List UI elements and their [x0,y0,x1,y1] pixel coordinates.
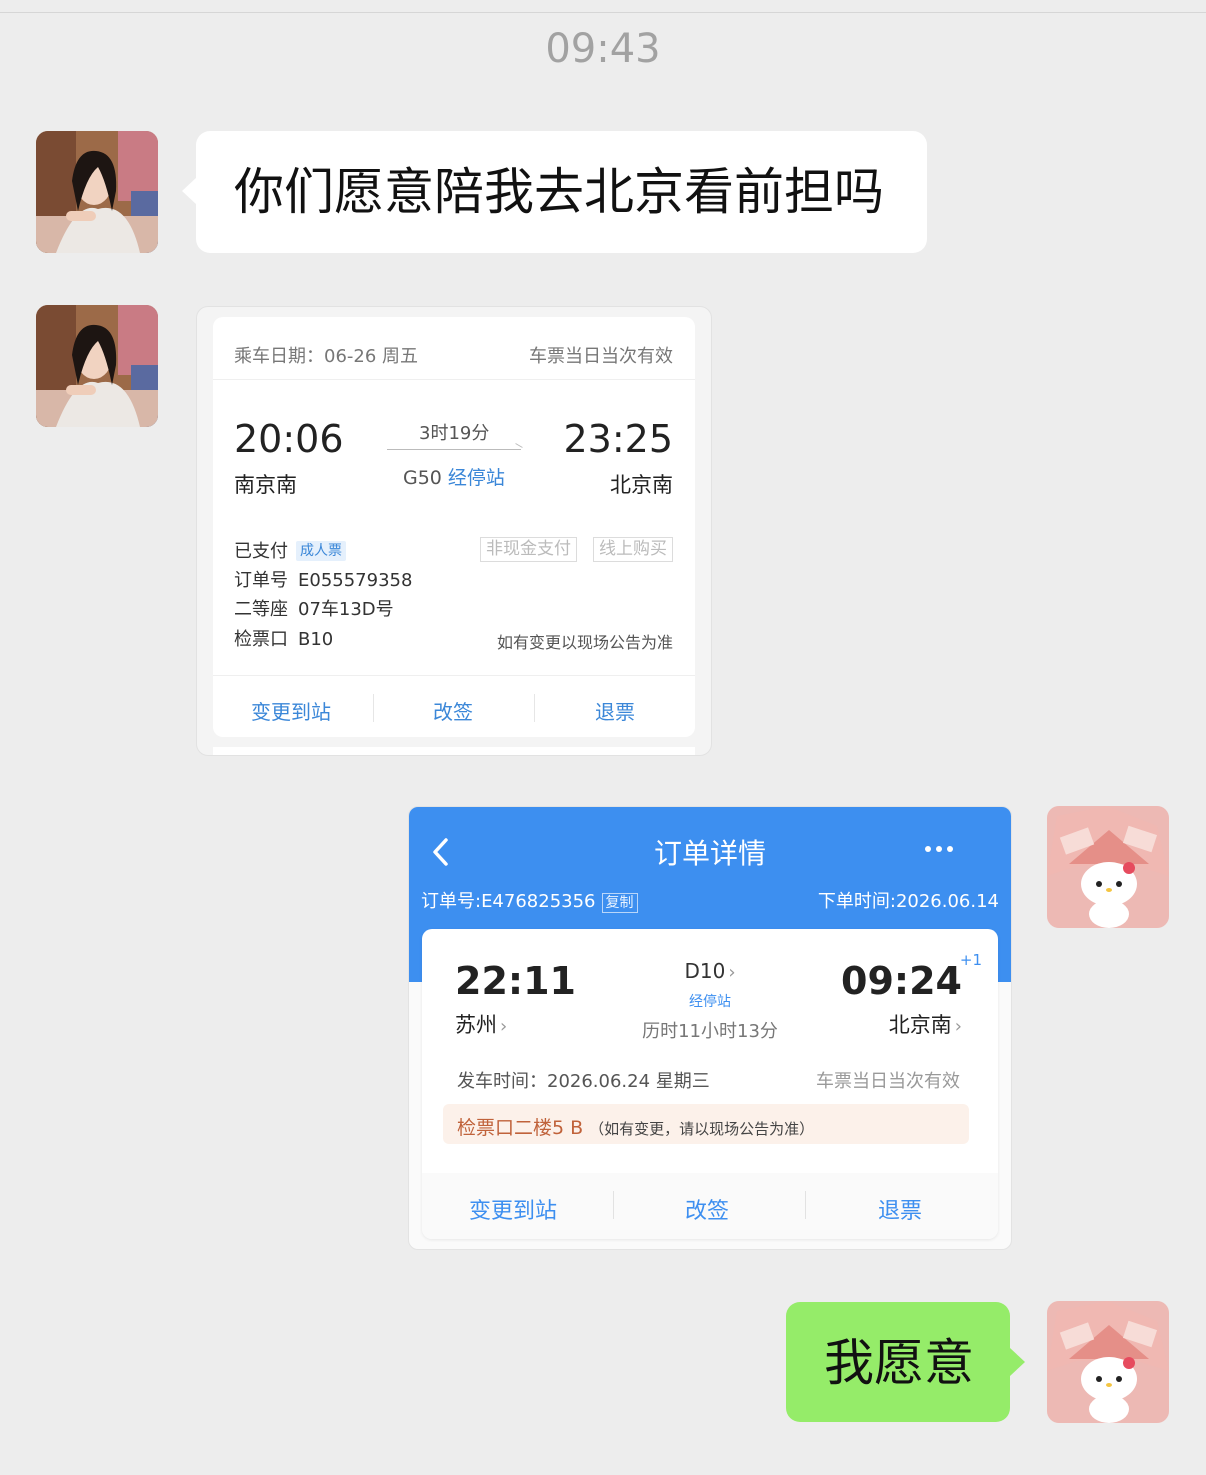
gate-number: B10 [298,629,334,650]
arrival-station-name: 北京南 [888,1013,952,1037]
gate-row: 检票口 B10 [234,625,333,651]
train-number: G50 [403,467,442,489]
arrival-station: 北京南 [610,473,673,497]
chevron-right-icon: › [954,1016,962,1037]
order-row: 订单号 E055579358 [234,566,412,592]
validity-text: 车票当日当次有效 [816,1071,960,1092]
ticket-header: 乘车日期：06-26 周五 车票当日当次有效 [213,317,695,380]
change-notice: 如有变更以现场公告为准 [496,633,673,652]
chevron-right-icon: › [728,962,736,983]
online-tag: 线上购买 [593,537,673,562]
ticket-type-badge: 成人票 [296,541,346,561]
payment-row: 已支付 成人票 [234,537,346,563]
bubble-tail [1010,1348,1025,1376]
message-bubble-me[interactable]: 我愿意 [786,1302,1025,1422]
hello-kitty-money-icon [1047,806,1169,928]
order-number-text: 订单号:E476825356 [421,891,596,912]
reschedule-button[interactable]: 改签 [433,696,473,725]
friend-avatar[interactable] [36,131,158,253]
divider [805,1191,806,1219]
order-detail-screenshot-message[interactable]: 订单详情 订单号:E476825356 复制 下单时间:2026.06.14 22… [408,806,1012,1250]
stops-link[interactable]: 经停站 [448,467,505,489]
ticket-card: 22:11 苏州 › D10 › 经停站 历时11小时13分 09:24 +1 北京… [422,929,998,1239]
noncash-tag: 非现金支付 [480,537,577,562]
seat-number: 07车13D号 [298,599,394,620]
change-destination-button[interactable]: 变更到站 [251,696,331,725]
bubble-tail [182,177,197,205]
friend-photo-icon [36,305,158,427]
gate-text: 检票口二楼5 B [457,1117,584,1139]
chat-timestamp: 09:43 [545,26,661,72]
seat-class: 二等座 [234,599,288,620]
arrival-time: 09:24 [841,959,962,1003]
ticket-screenshot-message[interactable]: 乘车日期：06-26 周五 车票当日当次有效 20:06 南京南 3时19分 G… [196,306,712,756]
departure-date: 发车时间：2026.06.24 星期三 [457,1071,710,1092]
more-dots-icon[interactable] [923,829,955,866]
reschedule-button[interactable]: 改签 [685,1193,729,1225]
order-number: E055579358 [298,570,413,591]
message-text: 我愿意 [824,1334,974,1392]
friend-photo-icon [36,131,158,253]
seat-row: 二等座 07车13D号 [234,595,394,621]
gate-info: 检票口二楼5 B （如有变更，请以现场公告为准） [457,1113,814,1140]
page-title: 订单详情 [653,837,766,870]
ticket-actions: 变更到站 改签 退票 [213,675,695,738]
order-time: 下单时间:2026.06.14 [817,891,999,912]
travel-date: 乘车日期：06-26 周五 [234,346,419,367]
ticket-actions: 变更到站 改签 退票 [422,1173,998,1239]
validity-text: 车票当日当次有效 [529,346,673,367]
message-text: 你们愿意陪我去北京看前担吗 [234,163,884,221]
divider [373,694,374,722]
arrival-time: 23:25 [563,417,673,461]
message-bubble-friend[interactable]: 你们愿意陪我去北京看前担吗 [182,131,927,253]
card-bottom-strip [213,747,695,755]
divider [613,1191,614,1219]
next-day-badge: +1 [959,951,982,969]
friend-avatar[interactable] [36,305,158,427]
train-number-text: D10 [684,959,726,983]
gate-label: 检票口 [234,629,288,650]
change-destination-button[interactable]: 变更到站 [469,1193,557,1225]
refund-button[interactable]: 退票 [878,1193,922,1225]
departure-station: 南京南 [234,473,297,497]
order-number: 订单号:E476825356 复制 [421,887,638,913]
refund-button[interactable]: 退票 [595,696,635,725]
my-avatar[interactable] [1047,1301,1169,1423]
copy-button[interactable]: 复制 [601,893,638,913]
order-label: 订单号 [234,570,288,591]
paid-label: 已支付 [234,541,288,562]
top-divider [0,12,1206,13]
train-info: G50 经停站 [403,463,505,490]
ticket-card: 乘车日期：06-26 周五 车票当日当次有效 20:06 南京南 3时19分 G… [213,317,695,737]
arrival-station[interactable]: 北京南 › [889,1009,962,1039]
gate-note: （如有变更，请以现场公告为准） [589,1120,815,1138]
divider [534,694,535,722]
my-avatar[interactable] [1047,806,1169,928]
arrow-right-icon [387,449,521,450]
departure-time: 20:06 [234,417,344,461]
gate-info-banner: 检票口二楼5 B （如有变更，请以现场公告为准） [443,1104,969,1144]
hello-kitty-money-icon [1047,1301,1169,1423]
trip-duration: 3时19分 [419,423,490,444]
